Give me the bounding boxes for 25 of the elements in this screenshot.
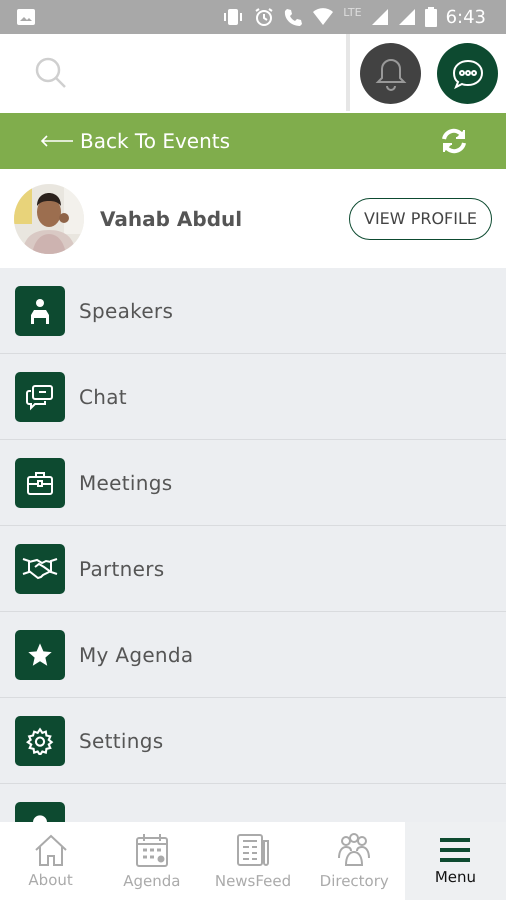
search-icon <box>34 56 68 90</box>
image-icon <box>16 8 36 26</box>
menu-item-label[interactable]: Meetings <box>79 470 172 494</box>
newspaper-icon <box>235 832 271 868</box>
user-name: Vahab Abdul <box>100 206 244 230</box>
alarm-clock-icon <box>254 7 274 27</box>
arrow-left-icon <box>40 135 74 147</box>
battery-icon <box>424 7 437 27</box>
signal-icon <box>370 8 389 26</box>
phone-call-icon <box>283 7 304 27</box>
menu-item-label[interactable]: Chat <box>79 384 127 408</box>
wifi-icon <box>312 8 334 26</box>
view-profile-button[interactable]: VIEW PROFILE <box>349 198 492 240</box>
clock-time: 6:43 <box>446 6 486 28</box>
refresh-icon[interactable] <box>440 128 468 154</box>
menu-item-label[interactable]: My Agenda <box>79 642 194 666</box>
signal-icon <box>398 8 416 26</box>
home-icon <box>32 833 69 867</box>
nav-tab[interactable]: Menu <box>404 822 506 900</box>
gear-icon <box>26 726 54 754</box>
menu-item-label[interactable]: Partners <box>79 556 165 580</box>
menu-item-label[interactable]: Speakers <box>79 298 174 322</box>
menu-icon <box>438 836 472 864</box>
calendar-icon <box>134 832 170 868</box>
menu-item-label[interactable]: Settings <box>79 728 164 752</box>
